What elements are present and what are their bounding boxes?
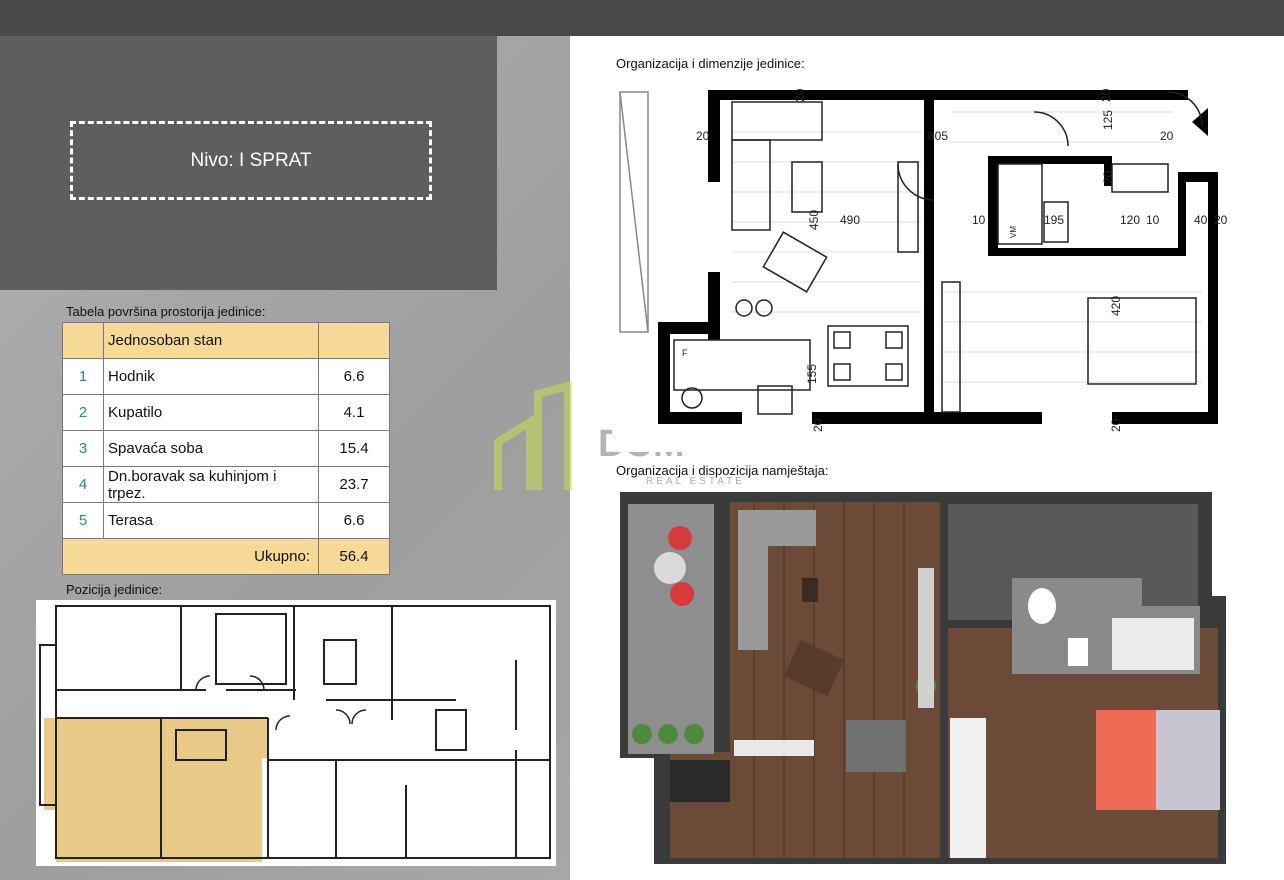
- dim-label: 20: [1214, 213, 1228, 227]
- table-total-row: Ukupno: 56.4: [62, 538, 390, 575]
- area-table-title: Tabela površina prostorija jedinice:: [66, 304, 266, 319]
- dim-label: 155: [805, 364, 819, 384]
- area-table: Jednosoban stan 1 Hodnik 6.6 2 Kupatilo …: [62, 322, 390, 575]
- dim-label: 10: [972, 213, 986, 227]
- dimension-floor-plan: 20 20 20 805 125 20 20 450 490 10 195 12…: [612, 72, 1228, 452]
- total-value: 56.4: [318, 538, 390, 575]
- dim-label: 120: [1120, 213, 1140, 227]
- dim-label: 20: [1099, 88, 1113, 102]
- table-row: 5 Terasa 6.6: [62, 502, 390, 539]
- table-row: 3 Spavaća soba 15.4: [62, 430, 390, 467]
- fridge-label: F: [682, 348, 688, 358]
- dim-label: 450: [807, 210, 821, 230]
- top-bar: [0, 0, 1284, 36]
- dim-label: 10: [1146, 213, 1160, 227]
- level-label: Nivo: I SPRAT: [190, 149, 312, 171]
- building-position-plan: [36, 600, 556, 866]
- dimension-plan-title: Organizacija i dimenzije jedinice:: [616, 56, 805, 71]
- total-label: Ukupno:: [62, 538, 319, 575]
- dim-label: 490: [840, 213, 860, 227]
- washer-label: VM: [1009, 226, 1018, 238]
- dim-label: 195: [1044, 213, 1064, 227]
- furniture-plan-title: Organizacija i dispozicija namještaja:: [616, 463, 829, 478]
- position-title: Pozicija jedinice:: [66, 582, 163, 597]
- dim-label: 20: [696, 129, 710, 143]
- dim-label: 125: [1101, 110, 1115, 130]
- table-header: Jednosoban stan: [103, 322, 319, 359]
- dim-label: 420: [1109, 296, 1123, 316]
- dim-label: 20: [1160, 129, 1174, 143]
- dim-label: 20: [793, 88, 807, 102]
- table-row: 4 Dn.boravak sa kuhinjom i trpez. 23.7: [62, 466, 390, 503]
- dim-label: 20: [1101, 170, 1115, 184]
- table-header-row: Jednosoban stan: [62, 322, 390, 359]
- table-row: 2 Kupatilo 4.1: [62, 394, 390, 431]
- table-row: 1 Hodnik 6.6: [62, 358, 390, 395]
- dim-label: 40: [1194, 213, 1208, 227]
- dim-label: 805: [928, 129, 948, 143]
- dim-label: 20: [1109, 418, 1123, 432]
- furniture-floor-plan: [614, 488, 1234, 868]
- dim-label: 20: [811, 418, 825, 432]
